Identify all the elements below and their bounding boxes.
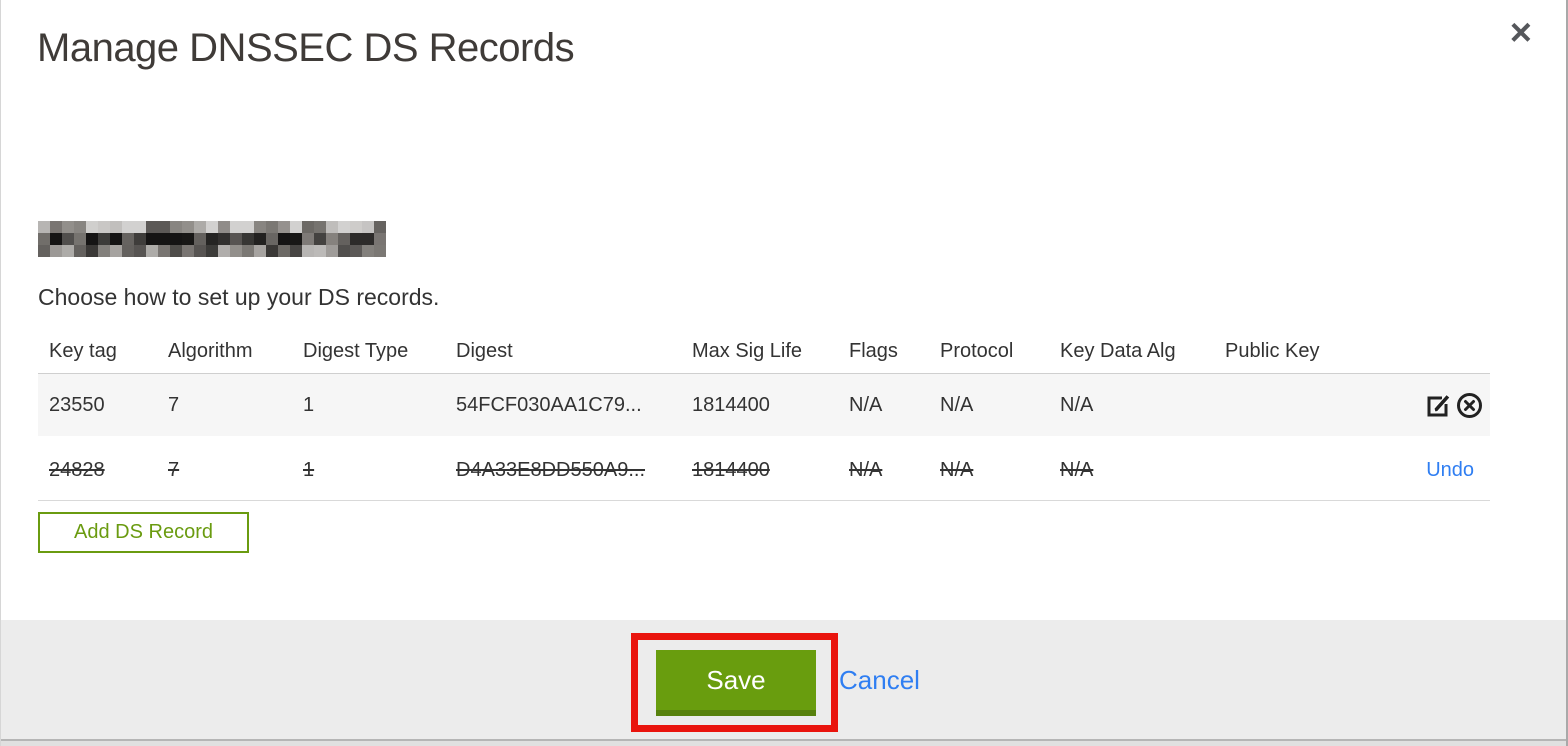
undo-link[interactable]: Undo: [1426, 459, 1474, 482]
edit-icon: [1427, 393, 1451, 417]
col-header-key-data-alg: Key Data Alg: [1060, 340, 1176, 362]
col-header-flags: Flags: [849, 340, 898, 362]
redacted-domain-name: [38, 221, 386, 257]
table-row-deleted: 24828 7 1 D4A33E8DD550A9... 1814400 N/A …: [38, 441, 1490, 501]
cell-digest-type: 1: [303, 459, 315, 481]
cell-max-sig-life: 1814400: [692, 393, 770, 416]
cell-digest-type: 1: [303, 393, 315, 416]
cell-flags: N/A: [849, 393, 883, 416]
col-header-max-sig-life: Max Sig Life: [692, 340, 803, 362]
close-icon[interactable]: ×: [1510, 14, 1532, 52]
cell-digest: D4A33E8DD550A9...: [456, 459, 646, 481]
cell-algorithm: 7: [168, 393, 180, 416]
cell-key-tag: 23550: [49, 393, 105, 416]
col-header-digest-type: Digest Type: [303, 340, 409, 362]
instruction-text: Choose how to set up your DS records.: [38, 284, 440, 310]
cell-key-data-alg: N/A: [1060, 393, 1094, 416]
col-header-protocol: Protocol: [940, 340, 1014, 362]
cell-protocol: N/A: [940, 393, 974, 416]
delete-record-icon[interactable]: [1454, 390, 1484, 420]
add-ds-record-button[interactable]: Add DS Record: [38, 512, 249, 553]
cell-key-tag: 24828: [49, 459, 105, 481]
col-header-digest: Digest: [456, 340, 513, 362]
col-header-key-tag: Key tag: [49, 340, 117, 362]
save-button[interactable]: Save: [656, 650, 816, 716]
table-row: 23550 7 1 54FCF030AA1C79... 1814400 N/A …: [38, 374, 1490, 436]
edit-record-icon[interactable]: [1423, 390, 1453, 420]
circle-x-icon: [1456, 392, 1482, 418]
col-header-algorithm: Algorithm: [168, 340, 253, 362]
cell-digest: 54FCF030AA1C79...: [456, 393, 642, 416]
table-header-row: Key tag Algorithm Digest Type Digest Max…: [38, 330, 1490, 374]
ds-records-table: Key tag Algorithm Digest Type Digest Max…: [38, 330, 1490, 501]
cell-max-sig-life: 1814400: [692, 459, 770, 481]
cell-key-data-alg: N/A: [1060, 459, 1094, 481]
cell-flags: N/A: [849, 459, 883, 481]
row-actions: Undo: [1426, 459, 1490, 482]
manage-dnssec-dialog: Manage DNSSEC DS Records × Choose how to…: [0, 0, 1568, 746]
dialog-footer: Save Cancel: [1, 620, 1566, 739]
cell-algorithm: 7: [168, 459, 180, 481]
page-title: Manage DNSSEC DS Records: [37, 26, 575, 70]
col-header-public-key: Public Key: [1225, 340, 1320, 362]
cancel-link[interactable]: Cancel: [839, 650, 920, 710]
row-actions: [1423, 390, 1490, 420]
cell-protocol: N/A: [940, 459, 974, 481]
window-bottom-edge: [1, 739, 1566, 746]
